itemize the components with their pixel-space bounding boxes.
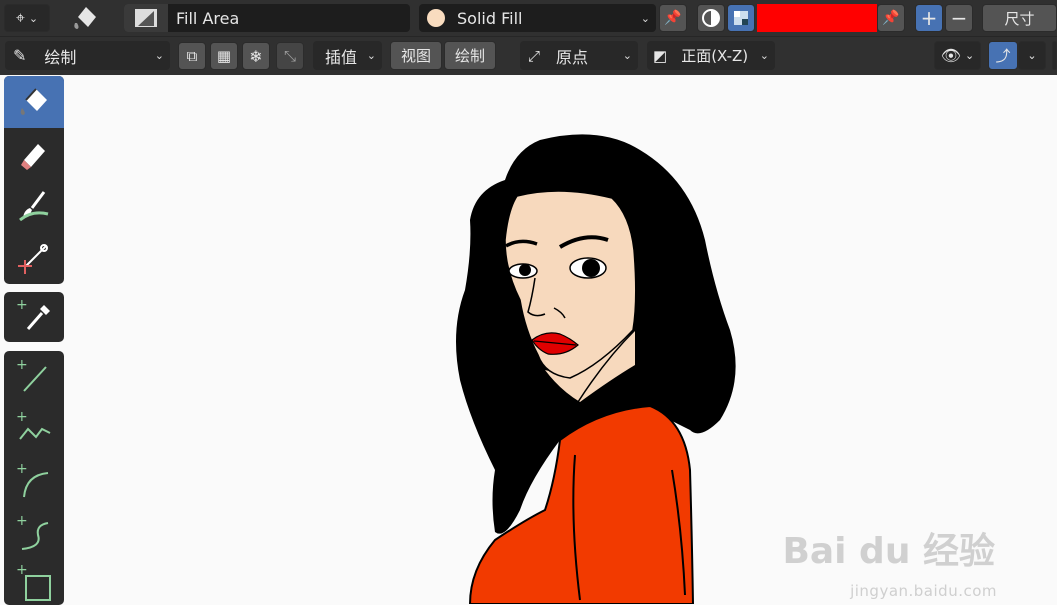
eye-icon: 👁 xyxy=(940,46,962,65)
tint-tool[interactable] xyxy=(4,180,64,232)
arc-tool[interactable]: + xyxy=(4,455,64,507)
fill-brush-icon[interactable] xyxy=(68,2,102,34)
right-pupil xyxy=(582,259,600,277)
bezier-button[interactable]: ⤡ xyxy=(276,42,304,70)
mask-button[interactable]: ▦ xyxy=(210,42,238,70)
color-swatch[interactable] xyxy=(757,4,877,32)
eraser-icon xyxy=(21,144,45,170)
pin-color-button[interactable]: 📌 xyxy=(877,4,905,32)
stroke-placement-icon: ⌖ xyxy=(15,8,25,27)
mode-dropdown[interactable]: ✎ 绘制 ⌄ xyxy=(5,41,170,70)
origin-axis-icon: ⤢ xyxy=(528,46,541,65)
gizmo-icon: ⤴ xyxy=(995,47,1011,65)
tool-group-sample: + xyxy=(4,292,64,342)
chevron-down-icon: ⌄ xyxy=(28,11,39,25)
size-label: 尺寸 xyxy=(1004,9,1035,28)
chevron-down-icon: ⌄ xyxy=(622,49,632,62)
header-bar: ⌖ ⌄ Fill Area Solid Fill ⌄ 📌 📌 + − 尺寸 xyxy=(0,0,1057,36)
view-menu[interactable]: 视图 xyxy=(390,41,442,70)
box-tool[interactable]: + xyxy=(4,559,64,605)
eyedropper-tool[interactable]: + xyxy=(4,292,64,342)
eyedropper-icon: + xyxy=(16,297,50,330)
size-button[interactable]: 尺寸 xyxy=(982,4,1057,32)
left-pupil xyxy=(519,264,531,276)
pin-material-button[interactable]: 📌 xyxy=(659,4,687,32)
gizmo-dropdown[interactable]: ⌄ xyxy=(1018,41,1046,70)
draw-menu[interactable]: 绘制 xyxy=(444,41,496,70)
remove-button[interactable]: − xyxy=(945,4,973,32)
interpolate-dropdown[interactable]: 插值 ⌄ xyxy=(313,41,382,70)
snowflake-icon: ❄ xyxy=(249,46,263,66)
pin-icon: 📌 xyxy=(882,10,900,26)
chevron-down-icon: ⌄ xyxy=(965,49,975,62)
view-label: 视图 xyxy=(400,47,431,65)
brush-icon xyxy=(19,191,49,222)
interpolate-label: 插值 xyxy=(325,47,358,67)
polyline-icon: + xyxy=(16,409,51,440)
line-icon: + xyxy=(16,357,47,392)
line-tool[interactable]: + xyxy=(4,351,64,403)
plane-dropdown[interactable]: ◩ 正面(X-Z) ⌄ xyxy=(647,41,775,70)
material-swatch-icon xyxy=(427,9,445,27)
chevron-down-icon: ⌄ xyxy=(640,11,650,25)
plane-label: 正面(X-Z) xyxy=(681,47,749,65)
arc-icon: + xyxy=(16,461,49,498)
material-label: Solid Fill xyxy=(457,8,523,28)
svg-text:+: + xyxy=(16,461,28,477)
vertex-color-button[interactable] xyxy=(727,4,755,32)
svg-text:+: + xyxy=(16,297,28,313)
plus-icon: + xyxy=(920,6,938,30)
chevron-down-icon: ⌄ xyxy=(154,49,164,62)
tool-settings-bar: ✎ 绘制 ⌄ ⧉ ▦ ❄ ⤡ 插值 ⌄ 视图 绘制 ⤢ 原点 ⌄ ◩ 正面(X-… xyxy=(0,36,1057,75)
add-button[interactable]: + xyxy=(915,4,943,32)
watermark-url: jingyan.baidu.com xyxy=(850,582,997,600)
fill-mode-field[interactable]: Fill Area xyxy=(124,4,410,32)
fill-mode-label: Fill Area xyxy=(176,8,240,28)
color-mode-button[interactable] xyxy=(697,4,725,32)
half-circle-icon xyxy=(702,9,720,27)
multiframe-button[interactable]: ⧉ xyxy=(178,42,206,70)
tool-group-edit xyxy=(4,76,64,284)
scissors-icon xyxy=(18,244,48,274)
erase-tool[interactable] xyxy=(4,128,64,180)
bezier-icon: ⤡ xyxy=(283,47,296,65)
bucket-icon xyxy=(20,88,47,115)
chevron-down-icon: ⌄ xyxy=(366,49,376,62)
origin-label: 原点 xyxy=(556,47,589,67)
chevron-down-icon: ⌄ xyxy=(759,49,769,62)
polyline-tool[interactable]: + xyxy=(4,403,64,455)
brush-preview-icon xyxy=(124,4,168,32)
pin-icon: 📌 xyxy=(664,10,682,26)
cutter-tool[interactable] xyxy=(4,232,64,284)
svg-text:+: + xyxy=(16,409,28,425)
stroke-placement-dropdown[interactable]: ⌖ ⌄ xyxy=(4,4,50,32)
gizmo-button[interactable]: ⤴ xyxy=(988,41,1018,70)
pencil-icon: ✎ xyxy=(13,46,27,65)
fill-tool[interactable] xyxy=(4,76,64,128)
watermark-logo: Bai du 经验 xyxy=(782,531,995,572)
freeze-button[interactable]: ❄ xyxy=(242,42,270,70)
curve-icon: + xyxy=(16,513,49,550)
tool-group-primitives: + + + + + xyxy=(4,351,64,605)
minus-icon: − xyxy=(950,6,968,30)
chevron-down-icon: ⌄ xyxy=(1027,49,1037,62)
layers-icon: ⧉ xyxy=(186,47,198,65)
visibility-dropdown[interactable]: 👁 ⌄ xyxy=(934,41,981,70)
box-icon: + xyxy=(16,562,51,601)
overflow-button[interactable] xyxy=(1052,41,1057,70)
curve-tool[interactable]: + xyxy=(4,507,64,559)
svg-text:+: + xyxy=(16,357,28,373)
svg-text:+: + xyxy=(16,513,28,529)
mode-label: 绘制 xyxy=(44,47,77,67)
mask-icon: ▦ xyxy=(216,47,232,65)
plane-icon: ◩ xyxy=(653,46,668,65)
origin-dropdown[interactable]: ⤢ 原点 ⌄ xyxy=(520,41,638,70)
vertex-paint-icon xyxy=(734,11,748,25)
material-dropdown[interactable]: Solid Fill ⌄ xyxy=(419,4,656,32)
draw-label: 绘制 xyxy=(454,47,485,65)
